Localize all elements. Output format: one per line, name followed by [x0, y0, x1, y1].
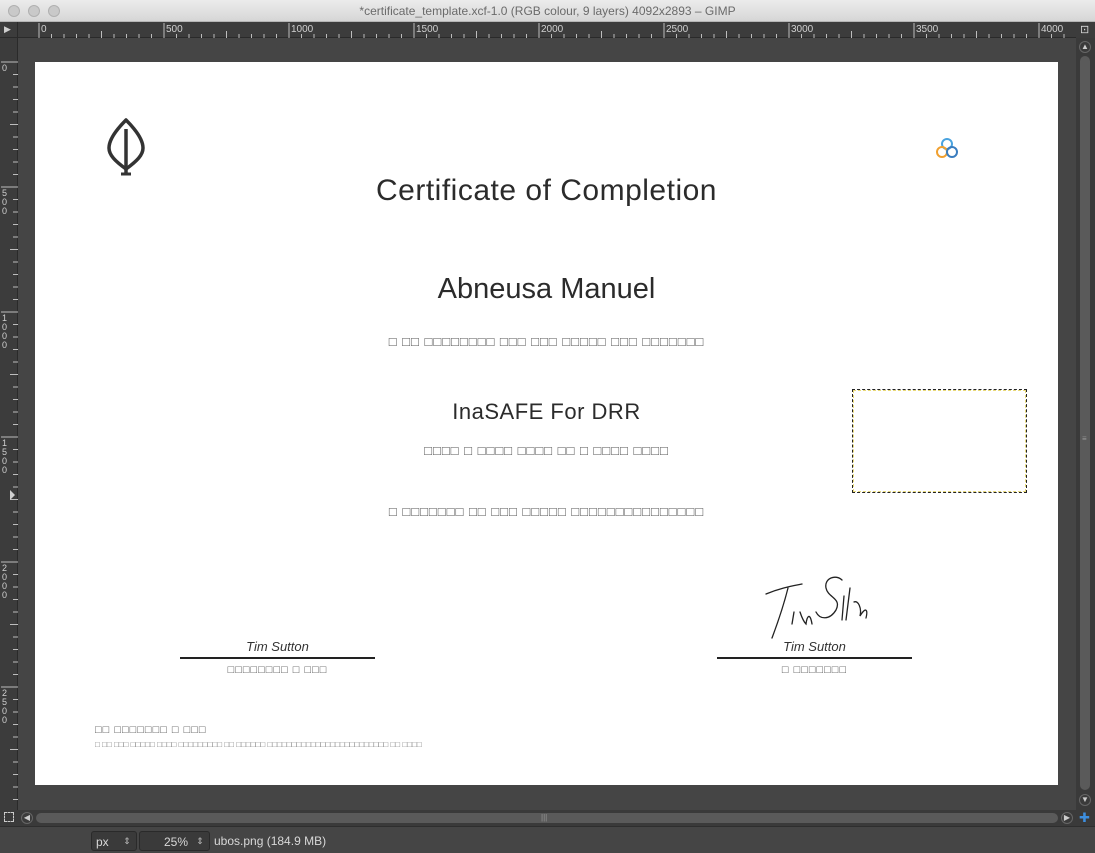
scroll-right-arrow-icon[interactable]: ▶ [1061, 812, 1073, 824]
quick-mask-toggle[interactable] [0, 810, 18, 826]
menu-arrow-icon: ▶ [4, 24, 11, 34]
footer-text: □ □□ □□□ □□□□□ □□□□ □□□□□□□□□ □□ □□□□□□ … [95, 740, 422, 749]
navigate-cross-icon: ✚ [1079, 810, 1090, 825]
unit-select[interactable]: px ⇕ [91, 831, 137, 851]
ruler-label: 0 [2, 206, 7, 216]
certificate-title: Certificate of Completion [376, 174, 717, 207]
zoom-value: 25% [163, 835, 188, 849]
vertical-scroll-thumb[interactable]: ≡ [1080, 56, 1090, 790]
ruler-label: 4000 [1041, 24, 1064, 35]
zoom-level-input[interactable]: 25% ⇕ [139, 831, 210, 851]
status-bar: px ⇕ 25% ⇕ ubos.png (184.9 MB) [0, 826, 1095, 853]
recipient-name: Abneusa Manuel [437, 273, 656, 305]
signature-line-left [180, 657, 375, 659]
ruler-label: 0 [41, 24, 47, 35]
image-menu-button[interactable]: ▶ [0, 22, 18, 38]
ruler-label: 1000 [291, 24, 314, 35]
window-title: *certificate_template.xcf-1.0 (RGB colou… [359, 4, 736, 18]
signatory-right-name: Tim Sutton [783, 639, 846, 654]
ruler-label: 0 [2, 340, 7, 350]
ruler-label: 2000 [541, 24, 564, 35]
horizontal-ruler-ticks: 0 500 1000 1500 2000 2500 3000 3500 4000 [38, 23, 1065, 38]
scroll-left-arrow-icon[interactable]: ◀ [21, 812, 33, 824]
signatory-left-name: Tim Sutton [246, 639, 309, 654]
ruler-label: 1500 [416, 24, 439, 35]
zoom-fit-icon: ⊡ [1080, 24, 1090, 36]
status-message: ubos.png (184.9 MB) [214, 834, 327, 848]
scroll-down-arrow-icon[interactable]: ▼ [1079, 794, 1091, 806]
selection-marquee[interactable] [852, 389, 1027, 493]
scroll-up-arrow-icon[interactable]: ▲ [1079, 41, 1091, 53]
signatory-left: Tim Sutton □□□□□□□□ □ □□□ [180, 639, 375, 676]
ruler-label: 0 [2, 63, 7, 73]
ruler-label: 3500 [916, 24, 939, 35]
ruler-label: 0 [2, 590, 7, 600]
ruler-label: 0 [2, 465, 7, 475]
partner-rings-logo-icon [936, 138, 958, 158]
ruler-label: 2500 [666, 24, 689, 35]
handwritten-signature [765, 576, 868, 639]
grip-icon: ≡ [1082, 434, 1087, 443]
vertical-scrollbar[interactable]: ▲ ≡ ▼ [1076, 38, 1095, 810]
image-canvas[interactable]: Certificate of Completion Abneusa Manuel… [18, 38, 1076, 810]
vertical-ruler[interactable]: 05001000150020002500 [0, 38, 18, 810]
navigate-image-button[interactable]: ✚ [1076, 810, 1095, 826]
ruler-label: 0 [2, 715, 7, 725]
ruler-label: 3000 [791, 24, 814, 35]
zoom-image-when-window-size-changes-button[interactable]: ⊡ [1076, 22, 1095, 38]
signature-line-right [717, 657, 912, 659]
certificate-page[interactable]: Certificate of Completion Abneusa Manuel… [35, 62, 1058, 785]
horizontal-ruler[interactable]: 0 500 1000 1500 2000 2500 3000 3500 4000 [18, 22, 1076, 38]
inasafe-leaf-icon [107, 118, 145, 176]
ruler-label: 500 [166, 24, 183, 35]
vertical-ruler-ticks: 05001000150020002500 [1, 61, 18, 800]
grip-icon: ||| [541, 813, 548, 822]
signatory-right-role: □ □□□□□□□ [781, 664, 848, 676]
signatory-left-role: □□□□□□□□ □ □□□ [227, 664, 328, 676]
horizontal-scroll-thumb[interactable]: ||| [36, 813, 1058, 823]
horizontal-scrollbar[interactable]: ◀ ||| ▶ [18, 810, 1076, 826]
quick-mask-icon [4, 812, 14, 822]
chevron-updown-icon: ⇕ [123, 836, 131, 846]
gimp-window: *certificate_template.xcf-1.0 (RGB colou… [0, 0, 1095, 853]
footer-title: □□ □□□□□□□ □ □□□ [95, 724, 207, 736]
pointer-position-marker [10, 490, 15, 500]
signatory-right: Tim Sutton □ □□□□□□□ [717, 639, 912, 676]
location-date-text: □ □□□□□□□ □□ □□□ □□□□□ □□□□□□□□□□□□□□□ [388, 504, 705, 519]
title-bar: *certificate_template.xcf-1.0 (RGB colou… [0, 0, 1095, 22]
completion-statement: □ □□ □□□□□□□□ □□□ □□□ □□□□□ □□□ □□□□□□□ [388, 334, 705, 349]
chevron-updown-icon: ⇕ [196, 836, 204, 846]
unit-value: px [96, 835, 109, 849]
